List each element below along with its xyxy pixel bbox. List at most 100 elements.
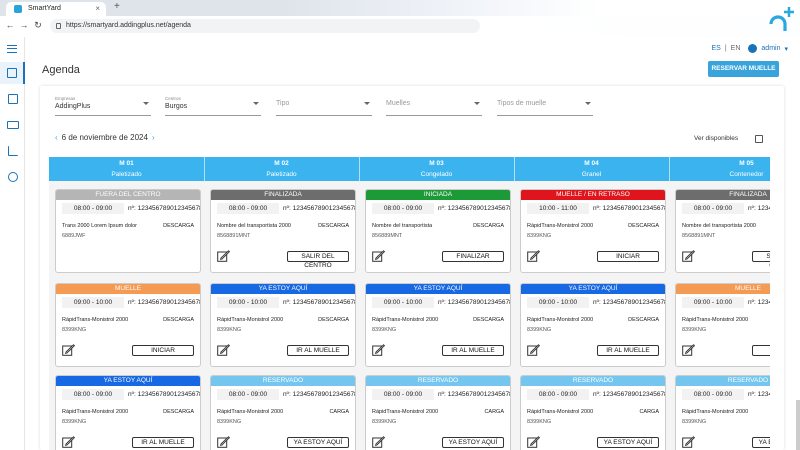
edit-icon[interactable] bbox=[372, 250, 385, 262]
appointment-card[interactable]: YA ESTOY AQUÍ 09:00 - 10:00 nº: 1234567890… bbox=[365, 283, 511, 367]
menu-toggle[interactable] bbox=[0, 37, 25, 59]
url-field[interactable]: https://smartyard.addingplus.net/agenda bbox=[50, 19, 480, 33]
dock-header-row: M 01 Paletizado M 02 Paletizado M 03 Congelad… bbox=[49, 157, 770, 181]
appointment-card[interactable]: FINALIZADA 08:00 - 09:00 nº: 1234567890123… bbox=[675, 189, 770, 273]
sidebar-item-agenda[interactable] bbox=[0, 62, 25, 84]
license-plate: 8399KNG bbox=[372, 327, 397, 333]
column-divider bbox=[204, 157, 205, 181]
centros-select[interactable]: Centros Burgos bbox=[165, 94, 261, 116]
edit-icon[interactable] bbox=[62, 344, 75, 356]
sidebar-item-stats[interactable] bbox=[0, 140, 25, 162]
card-action-button[interactable]: INICIAR bbox=[752, 345, 770, 356]
dock-name: M 05 bbox=[739, 160, 754, 167]
operation-type: DESCARGA bbox=[163, 223, 194, 229]
close-tab-icon[interactable]: × bbox=[95, 2, 100, 16]
card-action-button[interactable]: FINALIZAR bbox=[442, 251, 504, 262]
sidebar-item-documents[interactable] bbox=[0, 88, 25, 110]
status-badge: MUELLE bbox=[56, 284, 200, 294]
avatar-icon[interactable] bbox=[748, 44, 758, 53]
edit-icon[interactable] bbox=[682, 344, 695, 356]
license-plate: 8399KNG bbox=[217, 327, 242, 333]
card-action-button[interactable]: IR AL MUELLE bbox=[442, 345, 504, 356]
appointment-card[interactable]: FINALIZADA 08:00 - 09:00 nº: 1234567890123… bbox=[210, 189, 356, 273]
operation-type: DESCARGA bbox=[163, 317, 194, 323]
card-action-button[interactable]: YA ESTOY AQUÍ bbox=[442, 437, 504, 448]
transporter-name: Nombre del transportista bbox=[372, 223, 433, 229]
next-day-icon[interactable]: › bbox=[152, 133, 155, 142]
status-badge: RESERVADO bbox=[521, 376, 665, 386]
dropdown-arrow-icon bbox=[585, 102, 591, 105]
license-plate: 8568891MNT bbox=[682, 233, 716, 239]
card-action-button[interactable]: INICIAR bbox=[597, 251, 659, 262]
edit-icon[interactable] bbox=[527, 436, 540, 448]
muelles-placeholder: Muelles bbox=[386, 100, 411, 107]
back-icon[interactable]: ← bbox=[4, 20, 16, 30]
edit-icon[interactable] bbox=[527, 344, 540, 356]
appointment-card[interactable]: RESERVADO 08:00 - 09:00 nº: 12345678901234… bbox=[210, 375, 356, 450]
appointment-card[interactable]: YA ESTOY AQUÍ 08:00 - 09:00 nº: 1234567890… bbox=[55, 375, 201, 450]
appointment-card[interactable]: RESERVADO 08:00 - 09:00 nº: 12345678901234… bbox=[675, 375, 770, 450]
appointment-card[interactable]: RESERVADO 08:00 - 09:00 nº: 12345678901234… bbox=[365, 375, 511, 450]
appointment-card[interactable]: MUELLE 09:00 - 10:00 nº: 12345678901234567… bbox=[675, 283, 770, 367]
license-plate: 8399KNG bbox=[372, 419, 397, 425]
empresas-select[interactable]: Empresas AddingPlus bbox=[55, 94, 151, 116]
agenda-grid: FUERA DEL CENTRO 08:00 - 09:00 nº: 1234567… bbox=[49, 181, 770, 450]
reload-icon[interactable]: ↻ bbox=[32, 20, 44, 31]
browser-tab[interactable]: SmartYard × bbox=[6, 2, 106, 16]
license-plate: 8399KNG bbox=[527, 327, 552, 333]
ver-disponibles-checkbox[interactable] bbox=[755, 135, 763, 143]
addingplus-logo-icon bbox=[769, 7, 794, 31]
sidebar-item-settings[interactable] bbox=[0, 166, 25, 188]
card-action-button[interactable]: SALIR DEL CENTRO bbox=[752, 251, 770, 269]
appointment-card[interactable]: FUERA DEL CENTRO 08:00 - 09:00 nº: 1234567… bbox=[55, 189, 201, 273]
transporter-name: RápidTrans-Monistrol 2000 bbox=[62, 317, 129, 323]
edit-icon[interactable] bbox=[217, 436, 230, 448]
appointment-card[interactable]: YA ESTOY AQUÍ 09:00 - 10:00 nº: 1234567890… bbox=[520, 283, 666, 367]
edit-icon[interactable] bbox=[372, 436, 385, 448]
appointment-card[interactable]: MUELLE / EN RETRASO 10:00 - 11:00 nº: 1234… bbox=[520, 189, 666, 273]
appointment-card[interactable]: MUELLE 09:00 - 10:00 nº: 12345678901234567… bbox=[55, 283, 201, 367]
card-action-button[interactable]: YA ESTOY AQUÍ bbox=[752, 437, 770, 448]
scrollbar[interactable] bbox=[796, 400, 800, 450]
card-action-button[interactable]: YA ESTOY AQUÍ bbox=[287, 437, 349, 448]
sidebar-item-trucks[interactable] bbox=[0, 114, 25, 136]
prev-day-icon[interactable]: ‹ bbox=[55, 133, 58, 142]
card-action-button[interactable]: IR AL MUELLE bbox=[597, 345, 659, 356]
appointment-card[interactable]: YA ESTOY AQUÍ 09:00 - 10:00 nº: 1234567890… bbox=[210, 283, 356, 367]
time-slot: 08:00 - 09:00 bbox=[372, 203, 434, 214]
dock-type: Paletizado bbox=[111, 171, 142, 178]
booking-number: nº: 12345678901234567890 bbox=[438, 205, 510, 212]
edit-icon[interactable] bbox=[527, 250, 540, 262]
card-action-button[interactable]: YA ESTOY AQUÍ bbox=[597, 437, 659, 448]
transporter-name: RápidTrans-Monistrol 2000 bbox=[217, 409, 284, 415]
lang-es[interactable]: ES bbox=[712, 45, 721, 52]
tipos-muelle-select[interactable]: Tipos de muelle bbox=[497, 94, 593, 116]
card-action-button[interactable]: IR AL MUELLE bbox=[287, 345, 349, 356]
user-menu[interactable]: admin bbox=[761, 45, 780, 52]
status-badge: YA ESTOY AQUÍ bbox=[366, 284, 510, 294]
edit-icon[interactable] bbox=[372, 344, 385, 356]
appointment-card[interactable]: RESERVADO 08:00 - 09:00 nº: 12345678901234… bbox=[520, 375, 666, 450]
transporter-name: RápidTrans-Monistrol 2000 bbox=[682, 317, 749, 323]
chart-icon bbox=[7, 146, 18, 156]
edit-icon[interactable] bbox=[62, 436, 75, 448]
new-tab-icon[interactable]: + bbox=[114, 1, 120, 12]
lang-en[interactable]: EN bbox=[731, 45, 741, 52]
edit-icon[interactable] bbox=[682, 436, 695, 448]
forward-icon[interactable]: → bbox=[18, 20, 30, 30]
card-action-button[interactable]: SALIR DEL CENTRO bbox=[287, 251, 349, 269]
card-action-button[interactable]: INICIAR bbox=[132, 345, 194, 356]
card-action-button[interactable]: IR AL MUELLE bbox=[132, 437, 194, 448]
tipo-select[interactable]: Tipo bbox=[276, 94, 372, 116]
booking-number: nº: 12345678901234567890 bbox=[283, 205, 355, 212]
edit-icon[interactable] bbox=[217, 250, 230, 262]
reserve-dock-button[interactable]: RESERVAR MUELLE bbox=[708, 61, 779, 77]
edit-icon[interactable] bbox=[682, 250, 695, 262]
transporter-name: RápidTrans-Monistrol 2000 bbox=[372, 317, 439, 323]
chevron-down-icon[interactable]: ▾ bbox=[784, 45, 788, 53]
appointment-card[interactable]: INICIADA 08:00 - 09:00 nº: 123456789012345… bbox=[365, 189, 511, 273]
booking-number: nº: 12345678901234567890 bbox=[593, 299, 665, 306]
edit-icon[interactable] bbox=[217, 344, 230, 356]
license-plate: 8399KNG bbox=[682, 419, 707, 425]
muelles-select[interactable]: Muelles bbox=[386, 94, 482, 116]
